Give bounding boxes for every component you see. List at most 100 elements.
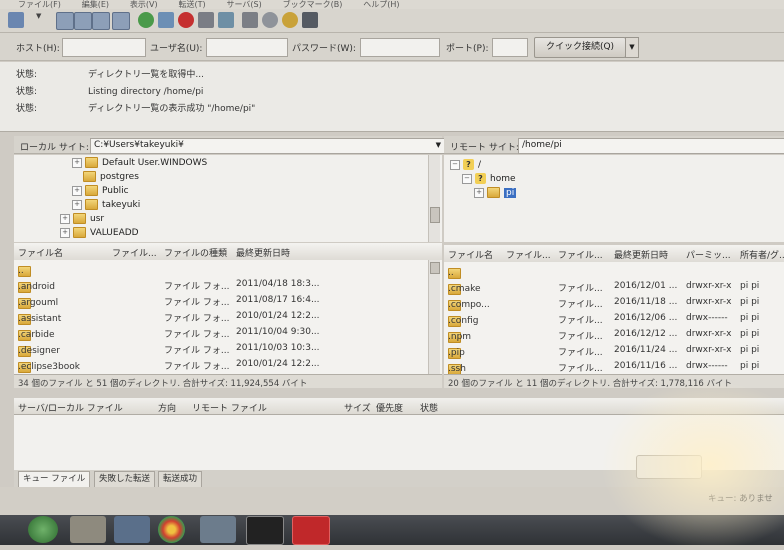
message-log: 状態: ディレクトリ一覧を取得中... 状態: Listing directory … <box>0 62 784 132</box>
column-filetype[interactable]: ファイルの種類 <box>164 246 227 259</box>
file-row[interactable]: .assistant ファイル フォ... 2010/01/24 12:2... <box>14 308 442 325</box>
file-row[interactable]: .carbide ファイル フォ... 2011/10/04 9:30... <box>14 324 442 341</box>
tree-node-selected[interactable]: + pi <box>474 187 517 198</box>
menu-server[interactable]: サーバ(S) <box>227 1 262 9</box>
compare-icon[interactable] <box>262 12 278 28</box>
filter-icon[interactable] <box>242 12 258 28</box>
terminal-icon[interactable] <box>246 516 284 545</box>
find-icon[interactable] <box>302 12 318 28</box>
remote-site-label: リモート サイト: <box>450 143 519 153</box>
tab-failed-transfers[interactable]: 失敗した転送 <box>94 471 156 488</box>
toggle-log-icon[interactable] <box>56 12 74 30</box>
cancel-icon[interactable] <box>178 12 194 28</box>
expand-icon[interactable]: + <box>60 213 70 224</box>
user-folder-icon <box>85 199 98 210</box>
column-direction[interactable]: 方向 <box>158 401 176 414</box>
tree-node[interactable]: + usr <box>60 213 104 224</box>
tree-node[interactable]: + Default User.WINDOWS <box>72 157 207 168</box>
column-size[interactable]: サイズ <box>344 401 371 414</box>
remote-status-bar: 20 個のファイル と 11 個のディレクトリ. 合計サイズ: 1,778,11… <box>444 374 784 389</box>
column-filesize[interactable]: ファイル... <box>112 246 157 259</box>
column-status[interactable]: 状態 <box>420 401 438 414</box>
network-icon[interactable] <box>114 516 150 543</box>
tree-node[interactable]: + Public <box>72 185 129 196</box>
local-tree-scrollbar[interactable] <box>428 155 440 242</box>
filezilla-icon[interactable] <box>292 516 330 545</box>
quickconnect-button[interactable]: クイック接続(Q) <box>534 37 626 58</box>
start-orb-icon[interactable] <box>28 516 58 543</box>
menu-view[interactable]: 表示(V) <box>130 1 158 9</box>
file-row[interactable]: .npm ファイル... 2016/12/12 ... drwxr-xr-x pi pi <box>444 326 784 343</box>
expand-icon[interactable]: + <box>474 187 484 198</box>
expand-icon[interactable]: + <box>72 185 82 196</box>
file-row[interactable]: .pip ファイル... 2016/11/24 ... drwxr-xr-x pi pi <box>444 342 784 359</box>
file-row[interactable]: .compo... ファイル... 2016/11/18 ... drwxr-xr-x… <box>444 294 784 311</box>
menu-file[interactable]: ファイル(F) <box>18 1 61 9</box>
tree-node[interactable]: −? home <box>462 173 516 184</box>
file-row[interactable]: .android ファイル フォ... 2011/04/18 18:3... <box>14 276 442 293</box>
chevron-down-icon[interactable]: ▼ <box>436 139 441 152</box>
expand-icon[interactable]: + <box>72 199 82 210</box>
tree-node[interactable]: + VALUEADD <box>60 227 139 238</box>
local-tree: + Default User.WINDOWS postgres + Public +… <box>14 155 442 242</box>
column-filename[interactable]: ファイル名 <box>448 248 493 261</box>
host-input[interactable] <box>62 38 146 57</box>
expand-icon[interactable]: + <box>60 227 70 238</box>
file-row[interactable]: .designer ファイル フォ... 2011/10/03 10:3... <box>14 340 442 357</box>
file-row[interactable]: .cmake ファイル... 2016/12/01 ... drwxr-xr-x pi … <box>444 278 784 295</box>
file-row[interactable]: .config ファイル... 2016/12/06 ... drwx------ pi… <box>444 310 784 327</box>
menu-help[interactable]: ヘルプ(H) <box>363 1 399 9</box>
local-path-input[interactable]: C:¥Users¥takeyuki¥ ▼ <box>90 138 445 154</box>
collapse-icon[interactable]: − <box>450 159 460 170</box>
file-row[interactable]: .. <box>444 262 784 279</box>
scrollbar-thumb[interactable] <box>430 262 440 274</box>
collapse-icon[interactable]: − <box>462 173 472 184</box>
column-filename[interactable]: ファイル名 <box>18 246 63 259</box>
file-row[interactable]: .argouml ファイル フォ... 2011/08/17 16:4... <box>14 292 442 309</box>
site-manager-icon[interactable] <box>8 12 24 28</box>
file-row[interactable]: .eclipse3book ファイル フォ... 2010/01/24 12:2..… <box>14 356 442 373</box>
tab-successful-transfers[interactable]: 転送成功 <box>158 471 203 488</box>
user-input[interactable] <box>206 38 288 57</box>
password-input[interactable] <box>360 38 440 57</box>
column-local-file[interactable]: サーバ/ローカル ファイル <box>18 401 123 414</box>
scrollbar-thumb[interactable] <box>430 207 440 223</box>
local-list-scrollbar[interactable] <box>428 260 440 374</box>
unknown-folder-icon: ? <box>463 159 474 170</box>
reconnect-icon[interactable] <box>218 12 234 28</box>
refresh-icon[interactable] <box>138 12 154 28</box>
file-explorer-icon[interactable] <box>70 516 106 543</box>
quickconnect-dropdown[interactable]: ▼ <box>625 37 639 58</box>
column-filesize[interactable]: ファイル... <box>506 248 551 261</box>
column-owner[interactable]: 所有者/グ... <box>740 248 784 261</box>
file-row[interactable]: .. <box>14 260 442 277</box>
column-remote-file[interactable]: リモート ファイル <box>192 401 267 414</box>
remote-path-input[interactable]: /home/pi <box>518 138 784 154</box>
column-filetype[interactable]: ファイル... <box>558 248 603 261</box>
menu-bookmarks[interactable]: ブックマーク(B) <box>283 1 343 9</box>
column-permissions[interactable]: パーミッ... <box>686 248 731 261</box>
chevron-down-icon[interactable]: ▼ <box>36 12 44 28</box>
expand-icon[interactable]: + <box>72 157 82 168</box>
menu-edit[interactable]: 編集(E) <box>82 1 109 9</box>
toggle-remote-tree-icon[interactable] <box>92 12 110 30</box>
column-modified[interactable]: 最終更新日時 <box>236 246 290 259</box>
tab-queued-files[interactable]: キュー ファイル <box>18 471 91 488</box>
port-input[interactable] <box>492 38 528 57</box>
tree-node[interactable]: −? / <box>450 159 481 170</box>
local-file-header: ファイル名 ファイル... ファイルの種類 最終更新日時 <box>14 243 442 261</box>
toggle-local-tree-icon[interactable] <box>74 12 92 30</box>
sync-browse-icon[interactable] <box>282 12 298 28</box>
tree-node[interactable]: postgres <box>83 171 139 182</box>
column-modified[interactable]: 最終更新日時 <box>614 248 668 261</box>
disconnect-icon[interactable] <box>198 12 214 28</box>
toggle-queue-icon[interactable] <box>112 12 130 30</box>
file-row[interactable]: .ssh ファイル... 2016/11/16 ... drwx------ pi pi <box>444 358 784 374</box>
chrome-icon[interactable] <box>158 516 185 543</box>
app-icon[interactable] <box>200 516 236 543</box>
menu-transfer[interactable]: 転送(T) <box>178 1 205 9</box>
column-priority[interactable]: 優先度 <box>376 401 403 414</box>
tree-node[interactable]: + takeyuki <box>72 199 140 210</box>
local-file-list: .. .android ファイル フォ... 2011/04/18 18:3... … <box>14 260 442 374</box>
process-queue-icon[interactable] <box>158 12 174 28</box>
